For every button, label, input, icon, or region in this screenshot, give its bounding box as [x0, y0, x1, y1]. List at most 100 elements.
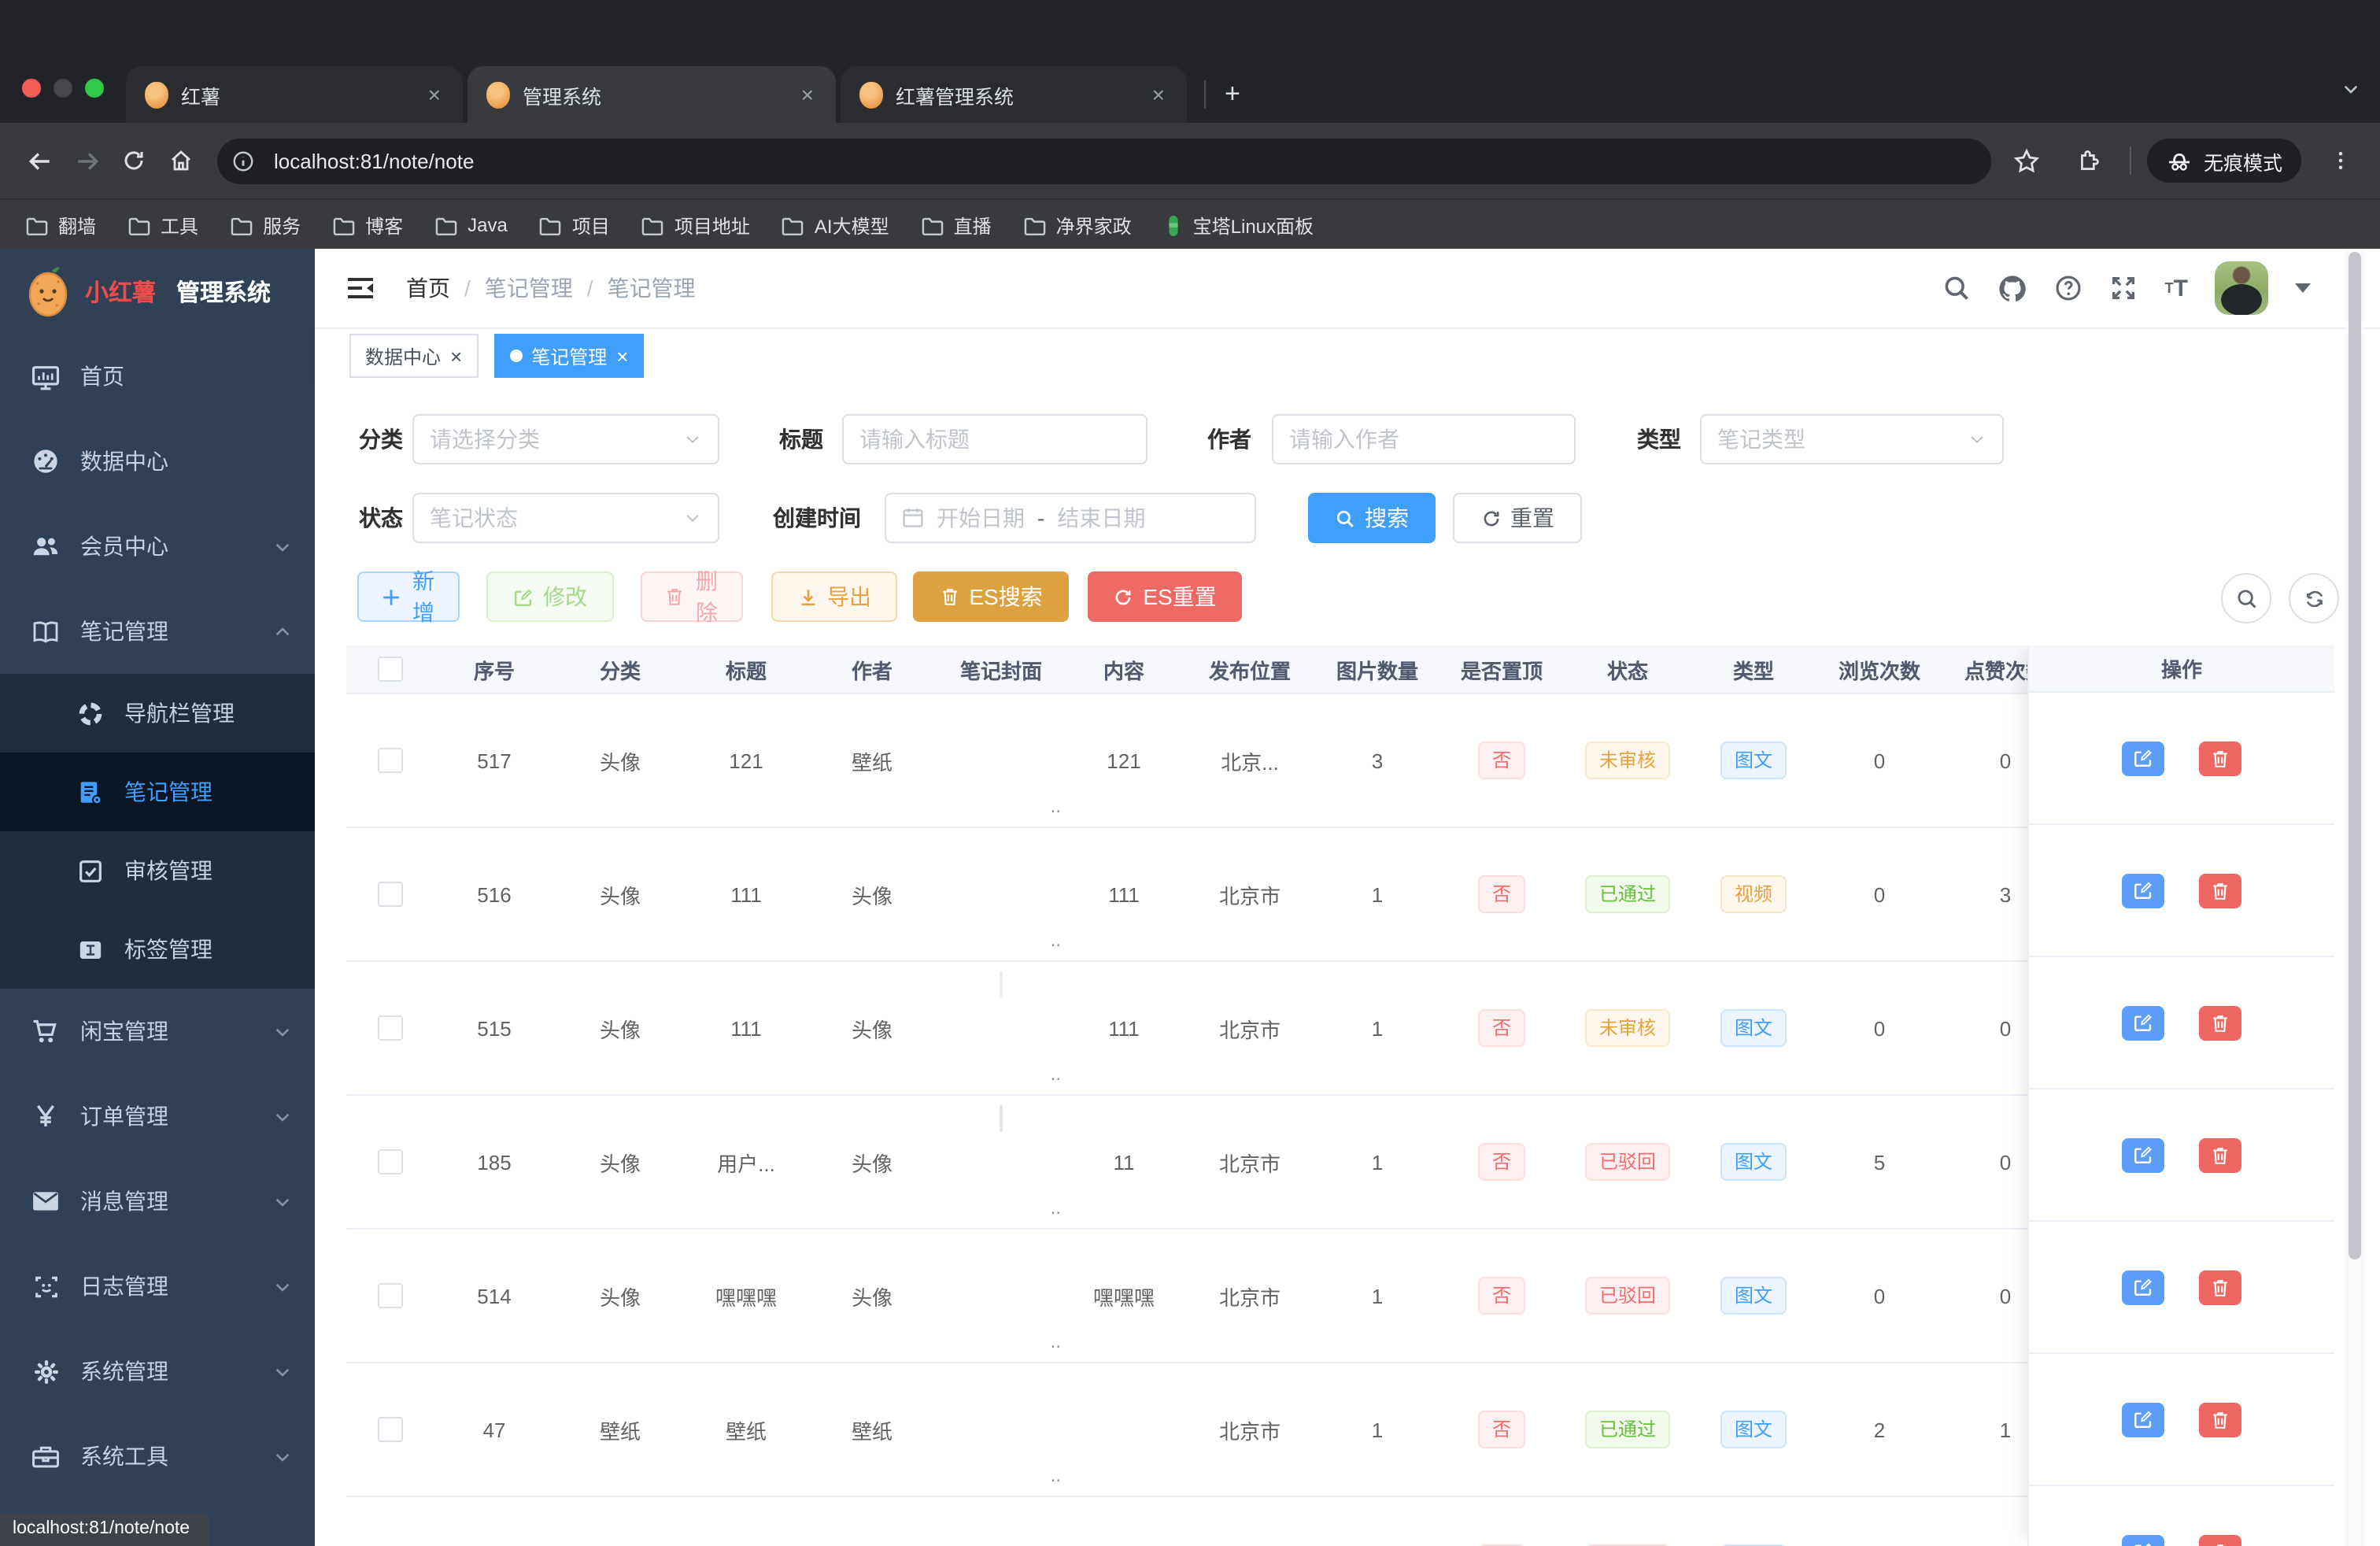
sidebar-item-审核管理[interactable]: 审核管理	[0, 831, 315, 910]
edit-button[interactable]	[2122, 1005, 2164, 1040]
browser-tab[interactable]: 管理系统×	[468, 66, 836, 123]
reset-button[interactable]: 重置	[1453, 493, 1582, 543]
forward-icon[interactable]	[63, 137, 110, 184]
action-button-导出[interactable]: 导出	[771, 571, 897, 622]
sidebar-item-消息管理[interactable]: 消息管理	[0, 1159, 315, 1244]
edit-button[interactable]	[2122, 1534, 2164, 1546]
bookmark-item[interactable]: 项目地址	[641, 212, 750, 239]
status-select[interactable]: 笔记状态	[412, 493, 719, 543]
bookmark-item[interactable]: 博客	[332, 212, 403, 239]
bookmark-item[interactable]: 净界家政	[1023, 212, 1132, 239]
select-all-checkbox[interactable]	[378, 656, 403, 682]
category-select[interactable]: 请选择分类	[412, 414, 719, 464]
edit-button[interactable]	[2122, 1402, 2164, 1437]
delete-button[interactable]	[2199, 1137, 2241, 1172]
route-tag-数据中心[interactable]: 数据中心×	[349, 334, 478, 378]
delete-button[interactable]	[2199, 873, 2241, 908]
new-tab-button[interactable]: +	[1218, 79, 1247, 110]
cover-thumbnail[interactable]: ..	[957, 973, 1045, 1083]
edit-button[interactable]	[2122, 741, 2164, 775]
window-zoom-button[interactable]	[85, 79, 104, 98]
bookmark-star-icon[interactable]	[2004, 137, 2051, 184]
row-checkbox[interactable]	[378, 748, 403, 773]
action-button-删除[interactable]: 删除	[641, 571, 743, 622]
help-icon[interactable]	[2055, 274, 2083, 302]
edit-button[interactable]	[2122, 873, 2164, 908]
window-minimize-button[interactable]	[54, 79, 72, 98]
bookmark-item[interactable]: 项目	[539, 212, 610, 239]
cover-thumbnail[interactable]: ..	[957, 705, 1045, 816]
action-button-ES搜索[interactable]: ES搜索	[913, 571, 1069, 622]
table-search-toggle-icon[interactable]	[2221, 573, 2271, 623]
delete-button[interactable]	[2199, 1005, 2241, 1040]
sidebar-item-系统工具[interactable]: 系统工具	[0, 1414, 315, 1499]
action-button-修改[interactable]: 修改	[486, 571, 614, 622]
search-icon[interactable]	[1943, 274, 1972, 302]
sidebar-item-系统管理[interactable]: 系统管理	[0, 1329, 315, 1414]
font-size-icon[interactable]: TT	[2165, 276, 2188, 300]
back-icon[interactable]	[16, 137, 63, 184]
bookmark-item[interactable]: Java	[434, 214, 508, 236]
sidebar-item-标签管理[interactable]: 标签管理	[0, 910, 315, 989]
bookmark-item[interactable]: 翻墙	[25, 212, 96, 239]
author-input[interactable]: 请输入作者	[1272, 414, 1576, 464]
sidebar-item-首页[interactable]: 首页	[0, 334, 315, 419]
bookmark-item[interactable]: AI大模型	[782, 212, 889, 239]
tab-close-icon[interactable]: ×	[425, 82, 444, 107]
type-select[interactable]: 笔记类型	[1700, 414, 2004, 464]
sidebar-item-笔记管理[interactable]: 笔记管理	[0, 589, 315, 674]
delete-button[interactable]	[2199, 741, 2241, 775]
sidebar-collapse-icon[interactable]	[346, 276, 375, 301]
cover-thumbnail[interactable]: ..	[957, 839, 1045, 949]
table-refresh-icon[interactable]	[2289, 573, 2339, 623]
sidebar-item-会员中心[interactable]: 会员中心	[0, 504, 315, 589]
reload-icon[interactable]	[110, 137, 157, 184]
avatar[interactable]	[2215, 261, 2268, 315]
scrollbar-thumb[interactable]	[2349, 252, 2361, 1259]
sidebar-item-闲宝管理[interactable]: 闲宝管理	[0, 989, 315, 1074]
row-checkbox[interactable]	[378, 1149, 403, 1174]
row-checkbox[interactable]	[378, 1015, 403, 1041]
bookmark-item[interactable]: 直播	[921, 212, 992, 239]
bookmark-item[interactable]: 工具	[128, 212, 198, 239]
delete-button[interactable]	[2199, 1402, 2241, 1437]
browser-menu-icon[interactable]	[2317, 137, 2364, 184]
search-button[interactable]: 搜索	[1308, 493, 1436, 543]
breadcrumb-item[interactable]: 首页	[406, 272, 450, 304]
url-bar[interactable]: localhost:81/note/note	[217, 138, 1991, 183]
site-info-icon[interactable]	[224, 142, 261, 179]
cover-thumbnail[interactable]: ..	[957, 1374, 1045, 1485]
delete-button[interactable]	[2199, 1534, 2241, 1546]
cover-thumbnail[interactable]: ..	[957, 1508, 1045, 1546]
row-checkbox[interactable]	[378, 882, 403, 907]
app-logo[interactable]: 小红薯 管理系统	[0, 249, 315, 334]
bookmark-item[interactable]: 服务	[230, 212, 301, 239]
tab-search-caret-icon[interactable]	[2341, 79, 2361, 99]
tab-close-icon[interactable]: ×	[798, 82, 817, 107]
sidebar-item-数据中心[interactable]: 数据中心	[0, 419, 315, 504]
sidebar-item-订单管理[interactable]: 订单管理	[0, 1074, 315, 1159]
route-tag-笔记管理[interactable]: 笔记管理×	[493, 334, 644, 378]
sidebar-item-日志管理[interactable]: 日志管理	[0, 1244, 315, 1329]
tab-close-icon[interactable]: ×	[1149, 82, 1168, 107]
fullscreen-icon[interactable]	[2110, 274, 2138, 302]
avatar-caret-icon[interactable]	[2295, 283, 2311, 293]
edit-button[interactable]	[2122, 1137, 2164, 1172]
title-input[interactable]: 请输入标题	[842, 414, 1148, 464]
row-checkbox[interactable]	[378, 1417, 403, 1442]
edit-button[interactable]	[2122, 1270, 2164, 1304]
bookmark-item[interactable]: 宝塔Linux面板	[1163, 212, 1314, 239]
breadcrumb-item[interactable]: 笔记管理	[485, 272, 573, 304]
cover-thumbnail[interactable]: ..	[957, 1107, 1045, 1217]
close-icon[interactable]: ×	[450, 344, 462, 368]
delete-button[interactable]	[2199, 1270, 2241, 1304]
row-checkbox[interactable]	[378, 1283, 403, 1308]
close-icon[interactable]: ×	[616, 344, 628, 368]
github-icon[interactable]	[1998, 273, 2028, 303]
sidebar-item-导航栏管理[interactable]: 导航栏管理	[0, 674, 315, 753]
extensions-puzzle-icon[interactable]	[2067, 137, 2114, 184]
window-close-button[interactable]	[22, 79, 41, 98]
cover-thumbnail[interactable]: ..	[957, 1241, 1045, 1351]
date-range-input[interactable]: 开始日期 - 结束日期	[885, 493, 1256, 543]
action-button-新增[interactable]: 新增	[357, 571, 460, 622]
